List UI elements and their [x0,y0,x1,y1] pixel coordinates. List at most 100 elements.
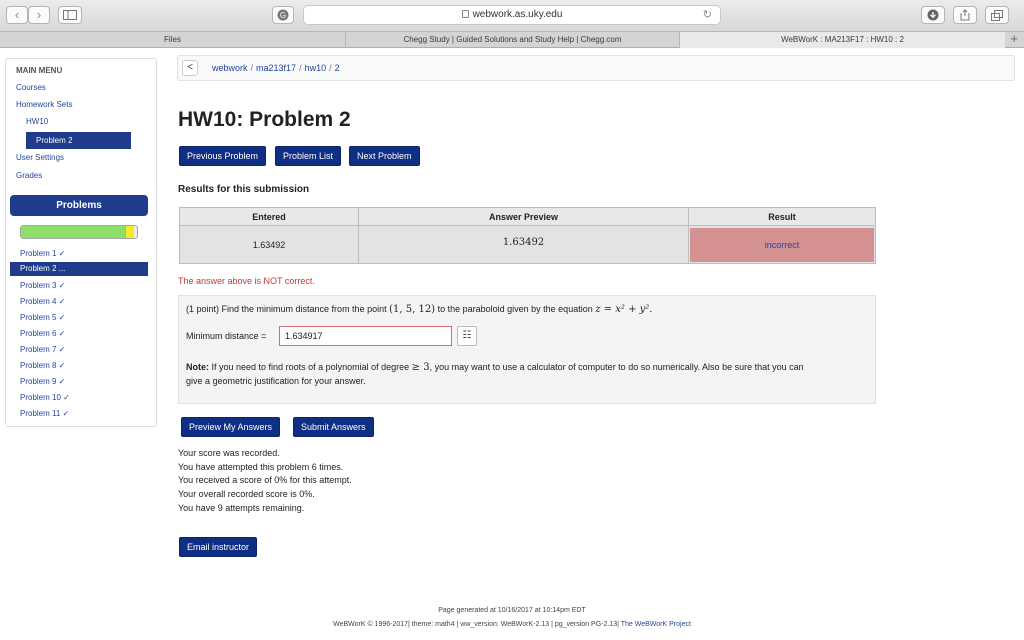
footer-version-text: WeBWorK © 1996-2017| theme: math4 | ww_v… [333,621,619,628]
problem-list-item-active[interactable]: Problem 2 ... [10,262,148,276]
breadcrumb-item[interactable]: ma213f17 [256,63,296,73]
progress-marker [125,226,135,238]
grid-icon: ☷ [462,330,472,341]
results-table: Entered 1.63492 Answer Preview 1.63492 R… [179,207,876,264]
extension-icon: G [277,9,289,21]
status-line: You have attempted this problem 6 times. [178,462,344,472]
answer-preview-value: 1.63492 [502,237,545,248]
status-line: Your overall recorded score is 0%. [178,489,315,499]
problem-list-item[interactable]: Problem 1 ✓ [20,249,65,258]
main-menu-title: MAIN MENU [16,66,63,75]
preview-answers-button[interactable]: Preview My Answers [181,417,281,437]
problem-equation: z = x² + y². [595,304,653,315]
tab-files[interactable]: Files [0,32,345,48]
note-line-1: Note: If you need to find roots of a pol… [186,362,804,373]
status-line: Your score was recorded. [178,448,280,458]
tab-chegg[interactable]: Chegg Study | Guided Solutions and Study… [345,32,679,48]
equation-keypad-button[interactable]: ☷ [457,326,477,346]
results-header: Result [689,208,875,226]
problem-list-item[interactable]: Problem 5 ✓ [20,313,65,322]
problem-list-item[interactable]: Problem 7 ✓ [20,345,65,354]
breadcrumb-item[interactable]: webwork [212,63,248,73]
back-button[interactable]: ‹ [6,6,28,24]
status-line: You have 9 attempts remaining. [178,503,305,513]
sidebar-toggle-button[interactable] [58,6,82,24]
sidebar-item-current-problem[interactable]: Problem 2 [26,132,131,149]
status-line: You received a score of 0% for this atte… [178,475,352,485]
forward-button[interactable]: › [28,6,50,24]
breadcrumb-item[interactable]: 2 [335,63,340,73]
breadcrumb: < webwork / ma213f17/hw10/2 [177,55,1015,81]
new-tab-icon[interactable]: + [1010,32,1018,46]
problem-list-item[interactable]: Problem 6 ✓ [20,329,65,338]
problem-list-item[interactable]: Problem 4 ✓ [20,297,65,306]
problem-mid: to the paraboloid given by the equation [437,304,593,314]
note-label: Note: [186,362,209,372]
tab-bar: Files Chegg Study | Guided Solutions and… [0,32,1024,48]
problem-intro: (1 point) Find the minimum distance from… [186,304,387,314]
problem-statement: (1 point) Find the minimum distance from… [186,304,652,315]
reader-button[interactable]: G [272,6,294,24]
results-col-result: Result incorrect [689,208,875,263]
browser-toolbar: ‹ › G webwork.as.uky.edu ↻ [0,0,1024,32]
sidebar-item-user-settings[interactable]: User Settings [16,153,64,162]
footer-generated: Page generated at 10/16/2017 at 10:14pm … [438,607,586,614]
problem-point: (1, 5, 12) [389,304,436,315]
address-bar[interactable]: webwork.as.uky.edu ↻ [303,5,721,25]
main-menu-sidebar: MAIN MENU Courses Homework Sets HW10 Pro… [5,58,157,427]
incorrect-message: The answer above is NOT correct. [178,276,315,286]
results-heading: Results for this submission [178,184,310,195]
breadcrumb-back-button[interactable]: < [182,60,198,76]
sidebar-item-homework-sets[interactable]: Homework Sets [16,100,72,109]
url-text: webwork.as.uky.edu [472,9,563,20]
results-header: Answer Preview [359,208,688,226]
page-title: HW10: Problem 2 [178,108,351,131]
breadcrumb-item[interactable]: hw10 [305,63,327,73]
note-text: If you need to find roots of a polynomia… [211,362,410,372]
progress-bar [20,225,138,239]
submit-answers-button[interactable]: Submit Answers [293,417,374,437]
problem-list-button[interactable]: Problem List [275,146,342,166]
result-status: incorrect [690,228,874,262]
note-line-2: give a geometric justification for your … [186,376,366,386]
footer-version: WeBWorK © 1996-2017| theme: math4 | ww_v… [0,621,1024,628]
progress-fill [21,226,126,238]
download-button[interactable] [921,6,945,24]
problem-list-item[interactable]: Problem 11 ✓ [20,409,69,418]
chevron-right-icon: › [36,7,42,22]
problems-header: Problems [10,195,148,216]
tabs-icon [991,10,1003,21]
svg-text:G: G [280,11,286,20]
chevron-left-icon: < [187,62,193,73]
lock-icon [461,10,469,18]
chevron-left-icon: ‹ [14,7,20,22]
tabs-overview-button[interactable] [985,6,1009,24]
tab-webwork[interactable]: WeBWorK : MA213F17 : HW10 : 2 [679,32,1005,48]
sidebar-icon [63,10,77,20]
minimum-distance-input[interactable]: 1.634917 [279,326,452,346]
previous-problem-button[interactable]: Previous Problem [179,146,267,166]
email-instructor-button[interactable]: Email instructor [179,537,258,557]
download-icon [927,9,939,21]
results-col-entered: Entered 1.63492 [180,208,359,263]
note-text: , you may want to use a calculator of co… [429,362,804,372]
problem-list-item[interactable]: Problem 3 ✓ [20,281,65,290]
problem-list-item[interactable]: Problem 10 ✓ [20,393,70,402]
reload-icon[interactable]: ↻ [703,6,712,24]
problem-list-item[interactable]: Problem 9 ✓ [20,377,65,386]
next-problem-button[interactable]: Next Problem [349,146,420,166]
sidebar-item-grades[interactable]: Grades [16,171,42,180]
note-math: ≥ 3 [411,362,430,373]
entered-value: 1.63492 [252,240,286,250]
webwork-project-link[interactable]: The WeBWorK Project [621,621,691,628]
answer-label: Minimum distance = [186,331,267,341]
share-icon [960,9,970,21]
share-button[interactable] [953,6,977,24]
sidebar-item-hw10[interactable]: HW10 [26,117,48,126]
results-col-preview: Answer Preview 1.63492 [359,208,689,263]
sidebar-item-courses[interactable]: Courses [16,83,46,92]
results-header: Entered [180,208,358,226]
problem-list-item[interactable]: Problem 8 ✓ [20,361,65,370]
problem-box: (1 point) Find the minimum distance from… [178,295,876,404]
breadcrumb-trail: webwork / ma213f17/hw10/2 [212,63,340,73]
